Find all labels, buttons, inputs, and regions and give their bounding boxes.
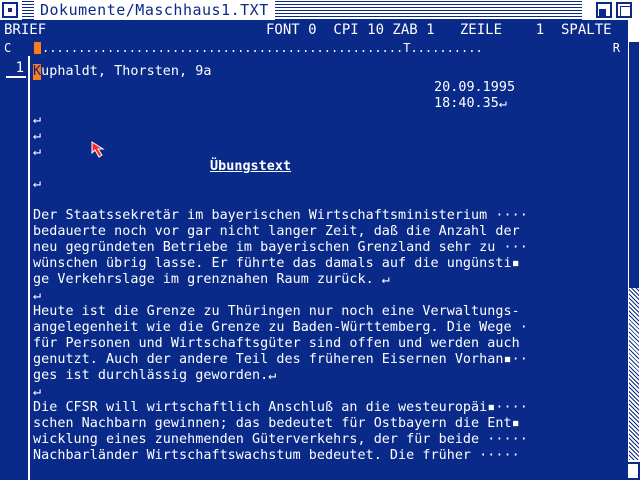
text-line[interactable]: wicklung eines zunehmenden Güterverkehrs… bbox=[33, 432, 528, 448]
vertical-scrollbar[interactable] bbox=[626, 20, 640, 480]
text-line[interactable]: ges ist durchlässig geworden.↵ bbox=[33, 368, 276, 384]
resize-icon[interactable] bbox=[626, 462, 640, 480]
mode-label: BRIEF bbox=[4, 22, 47, 38]
window-title: Dokumente/Maschhaus1.TXT bbox=[34, 0, 275, 20]
fullscreen-icon[interactable] bbox=[616, 2, 632, 18]
empty-line[interactable]: ↵ bbox=[33, 176, 41, 192]
text-line[interactable]: ge Verkehrslage im grenznahen Raum zurüc… bbox=[33, 272, 390, 288]
close-box-icon[interactable] bbox=[2, 2, 18, 18]
scrollbar-track[interactable] bbox=[629, 288, 639, 460]
line-number: 1 bbox=[15, 60, 24, 76]
iconify-icon[interactable] bbox=[596, 2, 612, 18]
text-cursor: K bbox=[33, 64, 42, 80]
text-line[interactable]: ↵ bbox=[33, 288, 41, 304]
text-line[interactable]: Heute ist die Grenze zu Thüringen nur no… bbox=[33, 304, 520, 320]
author-line: uphaldt, Thorsten, 9a bbox=[41, 64, 212, 79]
info-bar: BRIEF FONT 0 CPI 10 ZAB 1 ZEILE 1 SPALTE… bbox=[0, 20, 640, 40]
mouse-pointer-icon bbox=[91, 141, 105, 158]
line-marker bbox=[6, 76, 26, 78]
ruler-column-label: C bbox=[4, 41, 12, 55]
right-margin-marker[interactable]: R bbox=[613, 40, 620, 56]
ruler-scale: ........................................… bbox=[42, 41, 483, 55]
text-line[interactable]: genutzt. Auch der andere Teil des früher… bbox=[33, 352, 528, 368]
scrollbar-thumb[interactable] bbox=[629, 42, 639, 288]
return-symbol-icon: ↵ bbox=[498, 96, 508, 111]
line-number-gutter: 1 bbox=[0, 56, 30, 480]
text-line[interactable]: angelegenheit wie die Grenze zu Baden-Wü… bbox=[33, 320, 528, 336]
text-line[interactable]: Der Staatssekretär im bayerischen Wirtsc… bbox=[33, 208, 528, 224]
text-line[interactable]: neu gegründeten Betriebe im bayerischen … bbox=[33, 240, 528, 256]
text-line[interactable]: für Personen und Wirtschaftsgüter sind o… bbox=[33, 336, 520, 352]
document-heading[interactable]: Übungstext bbox=[210, 159, 291, 175]
ruler[interactable]: C ......................................… bbox=[0, 40, 626, 56]
text-editor[interactable]: Kuphaldt, Thorsten, 9a 20.09.1995 18:40.… bbox=[30, 56, 626, 480]
text-line[interactable]: wünschen übrig lasse. Er führte das dama… bbox=[33, 256, 520, 272]
time-line[interactable]: 18:40.35↵ bbox=[434, 96, 507, 112]
empty-line[interactable]: ↵ bbox=[33, 144, 41, 160]
text-line[interactable]: schen Nachbarn gewinnen; das bedeutet fü… bbox=[33, 416, 520, 432]
empty-line[interactable]: ↵ bbox=[33, 112, 41, 128]
date-line[interactable]: 20.09.1995 bbox=[434, 80, 515, 96]
text-line[interactable]: Kuphaldt, Thorsten, 9a bbox=[33, 64, 211, 80]
time-value: 18:40.35 bbox=[434, 96, 499, 111]
text-line[interactable]: ↵ bbox=[33, 384, 41, 400]
text-line[interactable]: Die CFSR will wirtschaftlich Anschluß an… bbox=[33, 400, 528, 416]
title-bar[interactable]: Dokumente/Maschhaus1.TXT bbox=[0, 0, 640, 22]
empty-line[interactable]: ↵ bbox=[33, 128, 41, 144]
left-margin-marker[interactable] bbox=[34, 42, 41, 54]
text-line[interactable]: bedauerte noch vor gar nicht langer Zeit… bbox=[33, 224, 520, 240]
status-readout: FONT 0 CPI 10 ZAB 1 ZEILE 1 SPALTE 1 bbox=[266, 22, 640, 38]
text-line[interactable]: Nachbarländer Wirtschaftswachstum bedeut… bbox=[33, 448, 520, 464]
